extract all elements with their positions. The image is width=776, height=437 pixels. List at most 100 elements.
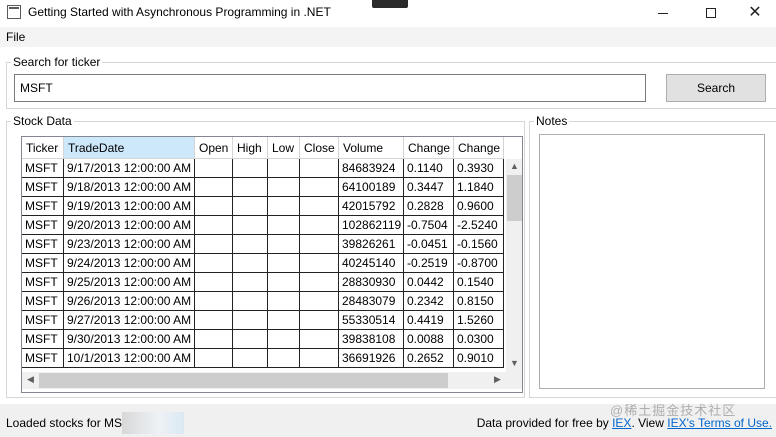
column-header[interactable]: TradeDate: [64, 137, 195, 159]
table-cell: [300, 235, 339, 254]
table-row[interactable]: MSFT 9/23/2013 12:00:00 AM 39826261 -0.0451…: [22, 235, 504, 254]
ticker-search-input[interactable]: [14, 74, 646, 102]
table-cell: 64100189: [339, 178, 404, 197]
grid-header: Ticker TradeDate Open High Low Close Volume Cha…: [22, 137, 504, 159]
table-row[interactable]: MSFT 9/25/2013 12:00:00 AM 28830930 0.0442 0…: [22, 273, 504, 292]
table-cell: [268, 197, 300, 216]
table-cell: [195, 311, 233, 330]
column-header[interactable]: Close: [300, 137, 339, 159]
table-cell: MSFT: [22, 197, 64, 216]
table-cell: MSFT: [22, 216, 64, 235]
status-message: Loaded stocks for MSI: [6, 416, 126, 430]
column-header[interactable]: Open: [195, 137, 233, 159]
table-cell: 9/26/2013 12:00:00 AM: [64, 292, 195, 311]
menu-file[interactable]: File: [6, 30, 25, 44]
table-cell: [195, 330, 233, 349]
table-cell: [233, 197, 268, 216]
table-row[interactable]: MSFT 9/19/2013 12:00:00 AM 42015792 0.2828 0…: [22, 197, 504, 216]
table-cell: [300, 216, 339, 235]
close-button[interactable]: ✕: [732, 0, 776, 26]
search-button[interactable]: Search: [666, 74, 766, 102]
table-cell: [195, 216, 233, 235]
vertical-scroll-thumb[interactable]: [507, 175, 522, 221]
table-cell: [300, 349, 339, 368]
table-cell: 0.1140: [404, 159, 454, 178]
minimize-button[interactable]: [640, 0, 686, 26]
table-cell: [268, 254, 300, 273]
window-title: Getting Started with Asynchronous Progra…: [28, 5, 331, 19]
table-cell: [300, 197, 339, 216]
maximize-button[interactable]: [688, 0, 734, 26]
table-cell: 36691926: [339, 349, 404, 368]
table-cell: [195, 254, 233, 273]
titlebar-handle: [372, 0, 408, 8]
vertical-scrollbar[interactable]: ▲ ▼: [506, 159, 522, 372]
notes-textbox[interactable]: [539, 134, 765, 389]
horizontal-scrollbar[interactable]: ◀ ▶: [22, 372, 506, 389]
table-cell: 55330514: [339, 311, 404, 330]
table-row[interactable]: MSFT 9/24/2013 12:00:00 AM 40245140 -0.2519…: [22, 254, 504, 273]
table-cell: 9/30/2013 12:00:00 AM: [64, 330, 195, 349]
table-row[interactable]: MSFT 9/18/2013 12:00:00 AM 64100189 0.3447 1…: [22, 178, 504, 197]
column-header[interactable]: Change: [454, 137, 504, 159]
table-cell: [268, 349, 300, 368]
table-cell: [300, 292, 339, 311]
table-row[interactable]: MSFT 9/30/2013 12:00:00 AM 39838108 0.0088 0…: [22, 330, 504, 349]
table-cell: [233, 273, 268, 292]
table-cell: 9/20/2013 12:00:00 AM: [64, 216, 195, 235]
table-cell: MSFT: [22, 159, 64, 178]
table-cell: -0.1560: [454, 235, 504, 254]
table-row[interactable]: MSFT 9/26/2013 12:00:00 AM 28483079 0.2342 0…: [22, 292, 504, 311]
table-cell: 39838108: [339, 330, 404, 349]
search-group: Search for ticker Search: [6, 55, 776, 109]
table-row[interactable]: MSFT 9/27/2013 12:00:00 AM 55330514 0.4419 1…: [22, 311, 504, 330]
table-cell: [268, 330, 300, 349]
table-cell: [195, 178, 233, 197]
table-cell: 0.0088: [404, 330, 454, 349]
table-cell: 9/24/2013 12:00:00 AM: [64, 254, 195, 273]
column-header[interactable]: Change: [404, 137, 454, 159]
grid-body: MSFT 9/17/2013 12:00:00 AM 84683924 0.1140 0…: [22, 159, 504, 368]
table-cell: MSFT: [22, 235, 64, 254]
table-cell: -2.5240: [454, 216, 504, 235]
scroll-left-icon[interactable]: ◀: [22, 374, 39, 385]
stock-data-grid[interactable]: Ticker TradeDate Open High Low Close Volume Cha…: [21, 136, 523, 393]
scroll-up-icon[interactable]: ▲: [506, 161, 522, 171]
table-cell: [300, 254, 339, 273]
table-cell: MSFT: [22, 273, 64, 292]
column-header[interactable]: Ticker: [22, 137, 64, 159]
table-row[interactable]: MSFT 9/20/2013 12:00:00 AM 102862119 -0.750…: [22, 216, 504, 235]
table-cell: 0.9600: [454, 197, 504, 216]
column-header[interactable]: High: [233, 137, 268, 159]
close-icon: ✕: [748, 4, 762, 21]
table-cell: [233, 330, 268, 349]
table-cell: -0.7504: [404, 216, 454, 235]
table-cell: 0.1540: [454, 273, 504, 292]
table-cell: 0.8150: [454, 292, 504, 311]
scroll-down-icon[interactable]: ▼: [506, 358, 522, 368]
table-row[interactable]: MSFT 9/17/2013 12:00:00 AM 84683924 0.1140 0…: [22, 159, 504, 178]
horizontal-scroll-thumb[interactable]: [39, 373, 448, 388]
table-cell: 0.3447: [404, 178, 454, 197]
table-row[interactable]: MSFT 10/1/2013 12:00:00 AM 36691926 0.2652 0…: [22, 349, 504, 368]
maximize-icon: [706, 8, 716, 18]
table-cell: [233, 311, 268, 330]
app-icon: [7, 5, 21, 19]
title-bar: Getting Started with Asynchronous Progra…: [0, 0, 776, 26]
table-cell: [195, 235, 233, 254]
table-cell: MSFT: [22, 292, 64, 311]
table-cell: [233, 254, 268, 273]
scroll-right-icon[interactable]: ▶: [489, 374, 506, 385]
table-cell: 9/17/2013 12:00:00 AM: [64, 159, 195, 178]
table-cell: 1.1840: [454, 178, 504, 197]
column-header[interactable]: Volume: [339, 137, 404, 159]
table-cell: [300, 159, 339, 178]
table-cell: [268, 159, 300, 178]
table-cell: 28830930: [339, 273, 404, 292]
table-cell: MSFT: [22, 311, 64, 330]
table-cell: -0.8700: [454, 254, 504, 273]
column-header[interactable]: Low: [268, 137, 300, 159]
table-cell: -0.2519: [404, 254, 454, 273]
table-cell: [268, 292, 300, 311]
table-cell: [233, 292, 268, 311]
